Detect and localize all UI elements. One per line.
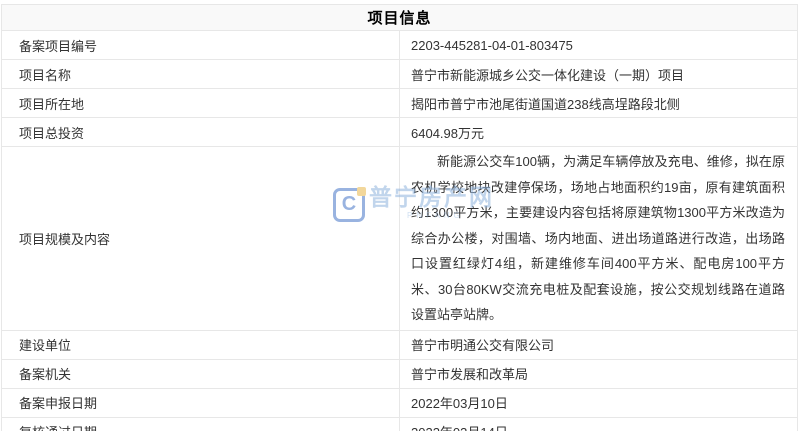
row-label: 项目名称 bbox=[2, 60, 400, 89]
table-row: 项目规模及内容 新能源公交车100辆，为满足车辆停放及充电、维修，拟在原农机学校… bbox=[2, 147, 798, 331]
row-label: 备案机关 bbox=[2, 359, 400, 388]
table-row: 备案项目编号 2203-445281-04-01-803475 bbox=[2, 31, 798, 60]
page-title: 项目信息 bbox=[2, 5, 798, 31]
table-row: 复核通过日期 2022年03月14日 bbox=[2, 417, 798, 431]
table-row: 项目总投资 6404.98万元 bbox=[2, 118, 798, 147]
row-label: 复核通过日期 bbox=[2, 417, 400, 431]
project-info-page: 项目信息 备案项目编号 2203-445281-04-01-803475 项目名… bbox=[0, 0, 800, 431]
table-row: 项目名称 普宁市新能源城乡公交一体化建设（一期）项目 bbox=[2, 60, 798, 89]
row-value: 6404.98万元 bbox=[400, 118, 798, 147]
row-value: 2203-445281-04-01-803475 bbox=[400, 31, 798, 60]
row-value: 普宁市发展和改革局 bbox=[400, 359, 798, 388]
project-info-table: 项目信息 备案项目编号 2203-445281-04-01-803475 项目名… bbox=[1, 4, 798, 431]
table-header-row: 项目信息 bbox=[2, 5, 798, 31]
table-row: 备案申报日期 2022年03月10日 bbox=[2, 388, 798, 417]
row-value: 新能源公交车100辆，为满足车辆停放及充电、维修，拟在原农机学校地块改建停保场，… bbox=[400, 147, 798, 331]
row-value: 普宁市明通公交有限公司 bbox=[400, 330, 798, 359]
table-row: 备案机关 普宁市发展和改革局 bbox=[2, 359, 798, 388]
row-label: 备案项目编号 bbox=[2, 31, 400, 60]
row-label: 项目规模及内容 bbox=[2, 147, 400, 331]
row-value: 2022年03月14日 bbox=[400, 417, 798, 431]
row-value: 揭阳市普宁市池尾街道国道238线高埕路段北侧 bbox=[400, 89, 798, 118]
table-row: 建设单位 普宁市明通公交有限公司 bbox=[2, 330, 798, 359]
row-value: 2022年03月10日 bbox=[400, 388, 798, 417]
row-label: 项目所在地 bbox=[2, 89, 400, 118]
row-label: 备案申报日期 bbox=[2, 388, 400, 417]
row-value: 普宁市新能源城乡公交一体化建设（一期）项目 bbox=[400, 60, 798, 89]
table-row: 项目所在地 揭阳市普宁市池尾街道国道238线高埕路段北侧 bbox=[2, 89, 798, 118]
row-label: 项目总投资 bbox=[2, 118, 400, 147]
row-label: 建设单位 bbox=[2, 330, 400, 359]
